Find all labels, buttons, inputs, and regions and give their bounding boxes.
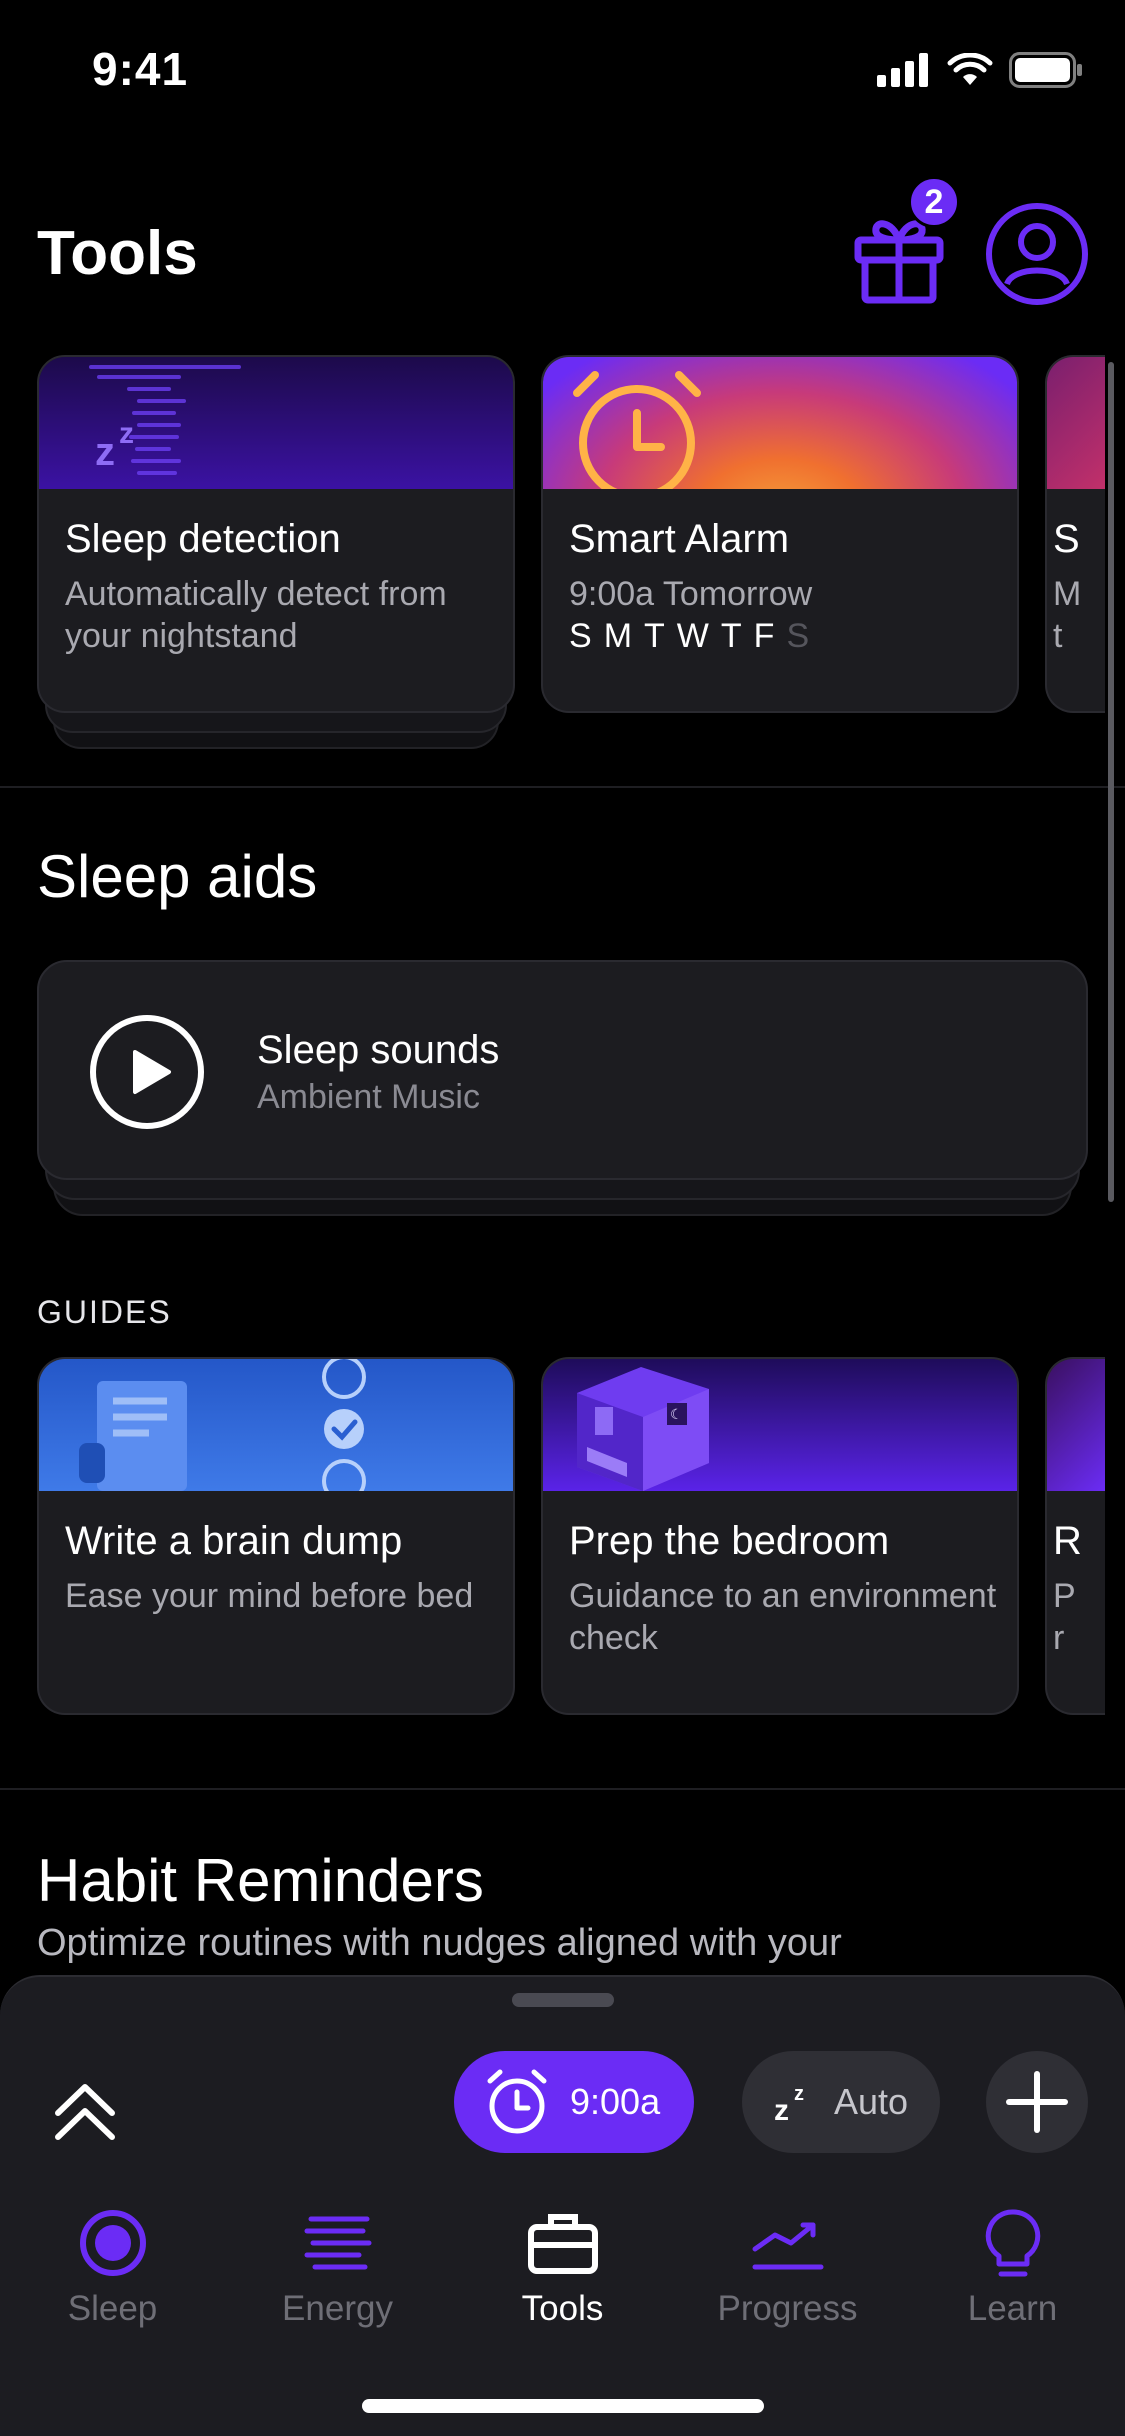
auto-sleep-pill-button[interactable]: z z Auto [742, 2051, 940, 2153]
tab-label: Energy [282, 2289, 393, 2328]
card-subtitle: Guidance to an environment check [569, 1577, 997, 1657]
day-on: F [753, 617, 775, 655]
sleep-sounds-subtitle: Ambient Music [257, 1078, 480, 1116]
page-title: Tools [37, 219, 198, 288]
alarm-clock-icon [573, 371, 701, 489]
alarm-pill-button[interactable]: 9:00a [454, 2051, 694, 2153]
peek-card-banner [1047, 357, 1105, 489]
card-title: Write a brain dump [65, 1519, 403, 1563]
sleep-sounds-card[interactable]: Sleep sounds Ambient Music [37, 960, 1088, 1180]
status-icons [877, 52, 1083, 88]
sleep-sounds-card-stack[interactable]: Sleep sounds Ambient Music [37, 960, 1088, 1216]
user-avatar-icon [986, 203, 1088, 305]
guides-row[interactable]: Write a brain dump Ease your mind before… [37, 1357, 1105, 1715]
sheet-handle[interactable] [512, 1993, 614, 2007]
add-button[interactable] [986, 2051, 1088, 2153]
play-icon [90, 1015, 204, 1129]
trend-line-icon [751, 2205, 825, 2281]
sleep-sounds-title: Sleep sounds [257, 1028, 500, 1072]
section-divider [0, 1788, 1125, 1790]
brain-dump-card[interactable]: Write a brain dump Ease your mind before… [37, 1357, 515, 1715]
alarm-time-label: 9:00a [570, 2081, 661, 2122]
guides-label: GUIDES [37, 1294, 172, 1330]
double-chevron-up-icon [55, 2084, 115, 2140]
day-on: S [569, 617, 592, 655]
card-title: Prep the bedroom [569, 1519, 890, 1563]
play-button[interactable] [89, 1014, 205, 1130]
energy-lines-icon [303, 2205, 373, 2281]
expand-sheet-button[interactable] [50, 2077, 120, 2147]
card-subtitle: 9:00a Tomorrow S M T W T F S [569, 573, 1009, 657]
card-subtitle: Ease your mind before bed [65, 1577, 474, 1615]
lightbulb-icon [983, 2205, 1043, 2281]
battery-icon [1009, 52, 1082, 88]
sleep-target-icon [78, 2205, 148, 2281]
card-title: Smart Alarm [569, 517, 790, 561]
sleep-waves-illustration: z z [89, 365, 241, 475]
sleep-aids-title: Sleep aids [37, 843, 318, 910]
tab-energy[interactable]: Energy [225, 2205, 450, 2345]
habit-reminders-title: Habit Reminders [37, 1847, 484, 1914]
day-on: W [676, 617, 709, 655]
sleep-detection-banner: z z [39, 357, 513, 489]
smart-alarm-card[interactable]: Smart Alarm 9:00a Tomorrow S M T W T F S [541, 355, 1019, 713]
home-indicator [362, 2399, 764, 2413]
sleep-detection-card-stack[interactable]: z z Sleep detection Automatically detect… [37, 355, 515, 749]
tab-progress[interactable]: Progress [675, 2205, 900, 2345]
brain-dump-banner [39, 1359, 513, 1491]
day-off: S [786, 617, 810, 655]
section-divider [0, 786, 1125, 788]
zzz-icon: z [95, 430, 115, 474]
bedroom-cube-illustration: ☾ [577, 1367, 709, 1491]
svg-text:☾: ☾ [670, 1406, 683, 1422]
prep-bedroom-card-stack[interactable]: ☾ Prep the bedroom Guidance to an enviro… [541, 1357, 1019, 1715]
habit-reminders-subtitle: Optimize routines with nudges aligned wi… [37, 1922, 842, 1964]
card-title: R [1053, 1519, 1082, 1563]
zzz-icon: z z [774, 2083, 804, 2124]
tab-learn[interactable]: Learn [900, 2205, 1125, 2345]
svg-text:z: z [794, 2083, 804, 2105]
sleep-detection-card[interactable]: z z Sleep detection Automatically detect… [37, 355, 515, 713]
svg-text:z: z [119, 417, 134, 450]
peek-card-banner [1047, 1359, 1105, 1491]
svg-text:z: z [774, 2094, 789, 2124]
tab-label: Sleep [67, 2289, 158, 2328]
card-subtitle: P r [1053, 1577, 1076, 1657]
prep-bedroom-card[interactable]: ☾ Prep the bedroom Guidance to an enviro… [541, 1357, 1019, 1715]
tab-bar: Sleep Energy Tools Progress Learn [0, 2205, 1125, 2345]
day-on: T [720, 617, 742, 655]
tool-cards-row[interactable]: z z Sleep detection Automatically detect… [37, 355, 1105, 749]
profile-button[interactable] [985, 202, 1089, 306]
alarm-days: S M T W T F S [569, 615, 1009, 657]
prep-bedroom-banner: ☾ [543, 1359, 1017, 1491]
card-title: S [1053, 517, 1080, 561]
card-subtitle: Automatically detect from your nightstan… [65, 575, 447, 655]
tab-label: Learn [967, 2289, 1058, 2328]
auto-label: Auto [834, 2081, 909, 2122]
cellular-signal-icon [877, 53, 928, 87]
notepad-checklist-illustration [79, 1359, 366, 1491]
smart-alarm-card-stack[interactable]: Smart Alarm 9:00a Tomorrow S M T W T F S [541, 355, 1019, 713]
peek-card[interactable]: R P r [1045, 1357, 1105, 1715]
day-on: T [644, 617, 665, 655]
tab-tools[interactable]: Tools [450, 2205, 675, 2345]
peek-card[interactable]: S M t [1045, 355, 1105, 713]
card-title: Sleep detection [65, 517, 341, 561]
smart-alarm-banner [543, 357, 1017, 489]
alarm-clock-icon [487, 2069, 547, 2134]
tab-label: Progress [717, 2289, 858, 2328]
status-time: 9:41 [92, 43, 189, 95]
tab-sleep[interactable]: Sleep [0, 2205, 225, 2345]
status-bar: 9:41 [0, 0, 1125, 140]
alarm-time-text: 9:00a Tomorrow [569, 575, 813, 613]
scrollbar[interactable] [1108, 362, 1114, 1202]
wifi-icon [947, 53, 993, 85]
card-subtitle: M t [1053, 575, 1082, 655]
toolbox-icon [527, 2205, 599, 2281]
plus-icon [1006, 2071, 1068, 2133]
gift-badge: 2 [908, 176, 960, 228]
day-on: M [603, 617, 633, 655]
tab-label: Tools [521, 2289, 604, 2328]
brain-dump-card-stack[interactable]: Write a brain dump Ease your mind before… [37, 1357, 515, 1715]
